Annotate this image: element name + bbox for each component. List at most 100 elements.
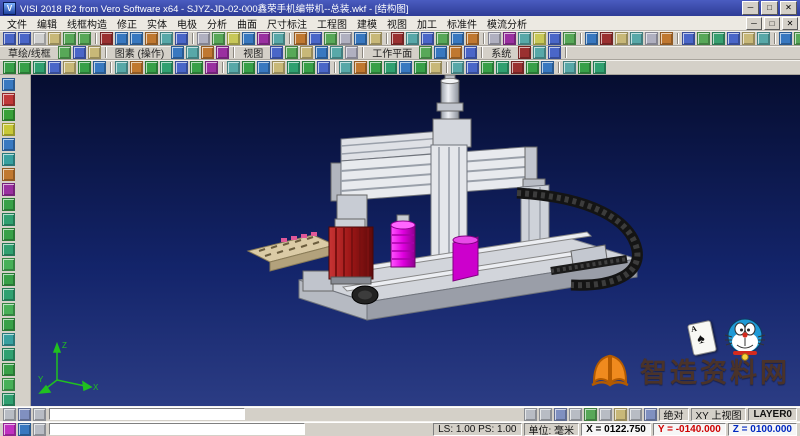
tool-icon[interactable] bbox=[794, 32, 800, 45]
tool-icon[interactable] bbox=[33, 61, 46, 74]
tool-icon[interactable] bbox=[2, 108, 15, 121]
tool-icon[interactable] bbox=[197, 32, 210, 45]
tool-icon[interactable] bbox=[421, 32, 434, 45]
tool-icon[interactable] bbox=[2, 138, 15, 151]
menu-item[interactable]: 视图 bbox=[382, 16, 412, 31]
tool-icon[interactable] bbox=[2, 363, 15, 376]
tool-icon[interactable] bbox=[48, 32, 61, 45]
menu-item[interactable]: 尺寸标注 bbox=[262, 16, 312, 31]
tool-icon[interactable] bbox=[660, 32, 673, 45]
tool-icon[interactable] bbox=[171, 46, 184, 59]
tool-icon[interactable] bbox=[160, 32, 173, 45]
tool-icon[interactable] bbox=[2, 168, 15, 181]
menu-item[interactable]: 编辑 bbox=[32, 16, 62, 31]
tool-icon[interactable] bbox=[145, 61, 158, 74]
tool-icon[interactable] bbox=[302, 61, 315, 74]
tool-icon[interactable] bbox=[742, 32, 755, 45]
tool-icon[interactable] bbox=[697, 32, 710, 45]
tool-icon[interactable] bbox=[2, 213, 15, 226]
tool-icon[interactable] bbox=[242, 61, 255, 74]
model-fixture-plate[interactable] bbox=[248, 232, 335, 271]
tool-icon[interactable] bbox=[464, 46, 477, 59]
tool-icon[interactable] bbox=[757, 32, 770, 45]
tool-icon[interactable] bbox=[3, 61, 16, 74]
tool-icon[interactable] bbox=[48, 61, 61, 74]
tool-icon[interactable] bbox=[270, 46, 283, 59]
coord-mode[interactable]: 绝对 bbox=[659, 408, 689, 421]
tool-icon[interactable] bbox=[58, 46, 71, 59]
tool-icon[interactable] bbox=[503, 32, 516, 45]
tool-icon[interactable] bbox=[2, 123, 15, 136]
tool-icon[interactable] bbox=[63, 32, 76, 45]
tool-icon[interactable] bbox=[451, 61, 464, 74]
tool-icon[interactable] bbox=[2, 393, 15, 406]
tool-icon[interactable] bbox=[518, 46, 531, 59]
tool-icon[interactable] bbox=[2, 93, 15, 106]
tool-icon[interactable] bbox=[2, 333, 15, 346]
tool-icon[interactable] bbox=[449, 46, 462, 59]
tool-icon[interactable] bbox=[78, 61, 91, 74]
tool-icon[interactable] bbox=[599, 408, 612, 421]
tool-icon[interactable] bbox=[315, 46, 328, 59]
tool-icon[interactable] bbox=[287, 61, 300, 74]
tool-icon[interactable] bbox=[160, 61, 173, 74]
tool-icon[interactable] bbox=[488, 32, 501, 45]
menu-item[interactable]: 曲面 bbox=[232, 16, 262, 31]
tool-icon[interactable] bbox=[524, 408, 537, 421]
tool-icon[interactable] bbox=[309, 32, 322, 45]
tool-icon[interactable] bbox=[563, 61, 576, 74]
tool-icon[interactable] bbox=[541, 61, 554, 74]
tool-icon[interactable] bbox=[2, 153, 15, 166]
tool-icon[interactable] bbox=[285, 46, 298, 59]
tool-icon[interactable] bbox=[33, 408, 46, 421]
tool-icon[interactable] bbox=[300, 46, 313, 59]
tool-icon[interactable] bbox=[175, 32, 188, 45]
command-input[interactable] bbox=[49, 408, 245, 420]
menu-item[interactable]: 实体 bbox=[142, 16, 172, 31]
maximize-button[interactable]: □ bbox=[761, 1, 778, 15]
menu-item[interactable]: 加工 bbox=[412, 16, 442, 31]
tool-icon[interactable] bbox=[3, 32, 16, 45]
menu-item[interactable]: 分析 bbox=[202, 16, 232, 31]
tool-icon[interactable] bbox=[216, 46, 229, 59]
tool-icon[interactable] bbox=[533, 46, 546, 59]
tool-icon[interactable] bbox=[406, 32, 419, 45]
tool-icon[interactable] bbox=[2, 288, 15, 301]
tool-icon[interactable] bbox=[578, 61, 591, 74]
tool-icon[interactable] bbox=[414, 61, 427, 74]
tool-icon[interactable] bbox=[63, 61, 76, 74]
tool-icon[interactable] bbox=[205, 61, 218, 74]
tool-icon[interactable] bbox=[257, 32, 270, 45]
tool-icon[interactable] bbox=[434, 46, 447, 59]
tool-icon[interactable] bbox=[33, 32, 46, 45]
tool-icon[interactable] bbox=[391, 32, 404, 45]
menu-item[interactable]: 线框构造 bbox=[62, 16, 112, 31]
3d-viewport[interactable]: Z X Y 智造资料网 A ♠ bbox=[31, 75, 800, 406]
tool-icon[interactable] bbox=[2, 318, 15, 331]
model-magenta-cylinder[interactable] bbox=[391, 215, 415, 267]
mdi-minimize-button[interactable]: ─ bbox=[746, 17, 762, 30]
tool-icon[interactable] bbox=[88, 46, 101, 59]
tool-icon[interactable] bbox=[18, 408, 31, 421]
tool-icon[interactable] bbox=[600, 32, 613, 45]
tool-icon[interactable] bbox=[186, 46, 199, 59]
tool-icon[interactable] bbox=[100, 32, 113, 45]
tool-icon[interactable] bbox=[78, 32, 91, 45]
tool-icon[interactable] bbox=[18, 32, 31, 45]
tool-icon[interactable] bbox=[115, 32, 128, 45]
tool-icon[interactable] bbox=[93, 61, 106, 74]
tool-icon[interactable] bbox=[645, 32, 658, 45]
tool-icon[interactable] bbox=[2, 183, 15, 196]
tool-icon[interactable] bbox=[533, 32, 546, 45]
close-button[interactable]: ✕ bbox=[780, 1, 797, 15]
tool-icon[interactable] bbox=[526, 61, 539, 74]
tool-icon[interactable] bbox=[130, 32, 143, 45]
tool-icon[interactable] bbox=[18, 423, 31, 436]
tool-icon[interactable] bbox=[2, 258, 15, 271]
tool-icon[interactable] bbox=[496, 61, 509, 74]
tool-icon[interactable] bbox=[3, 423, 16, 436]
tool-icon[interactable] bbox=[115, 61, 128, 74]
tool-icon[interactable] bbox=[511, 61, 524, 74]
tool-icon[interactable] bbox=[2, 273, 15, 286]
tool-icon[interactable] bbox=[345, 46, 358, 59]
